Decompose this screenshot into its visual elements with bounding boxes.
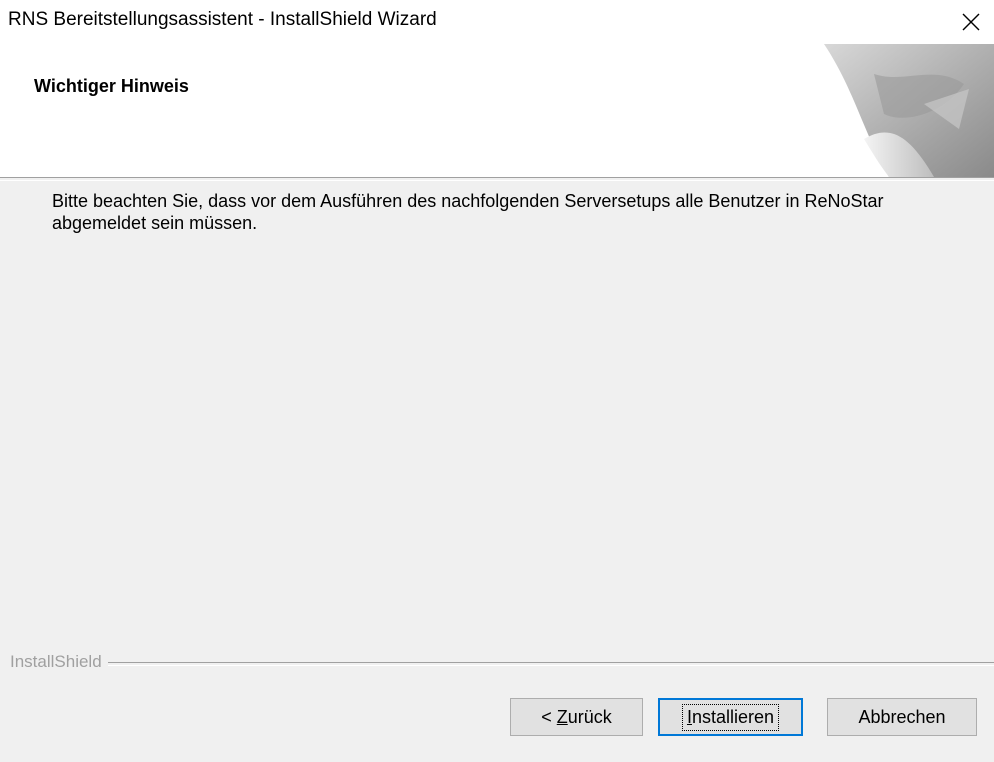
installshield-brand-label: InstallShield — [10, 652, 108, 672]
installshield-logo-graphic — [824, 44, 994, 177]
header-panel: Wichtiger Hinweis — [0, 44, 994, 177]
page-title: Wichtiger Hinweis — [34, 76, 189, 96]
install-button-label: nstallieren — [691, 706, 775, 727]
title-bar: RNS Bereitstellungsassistent - InstallSh… — [0, 0, 994, 44]
notice-message: Bitte beachten Sie, dass vor dem Ausführ… — [52, 191, 884, 233]
install-button-focus: Installieren — [681, 703, 780, 731]
installshield-footer: InstallShield — [0, 652, 994, 672]
window-title: RNS Bereitstellungsassistent - InstallSh… — [8, 9, 437, 30]
close-button[interactable] — [948, 0, 994, 44]
back-button-label: urück — [567, 706, 612, 727]
close-icon — [962, 13, 980, 31]
back-button[interactable]: < Zurück — [510, 698, 643, 736]
header-separator — [0, 177, 994, 181]
install-button[interactable]: Installieren — [658, 698, 803, 736]
cancel-button[interactable]: Abbrechen — [827, 698, 977, 736]
back-button-prefix: < — [541, 706, 557, 727]
cancel-button-label: Abbrechen — [858, 706, 946, 727]
footer-divider — [10, 662, 994, 666]
back-button-mnemonic: Z — [556, 706, 568, 727]
